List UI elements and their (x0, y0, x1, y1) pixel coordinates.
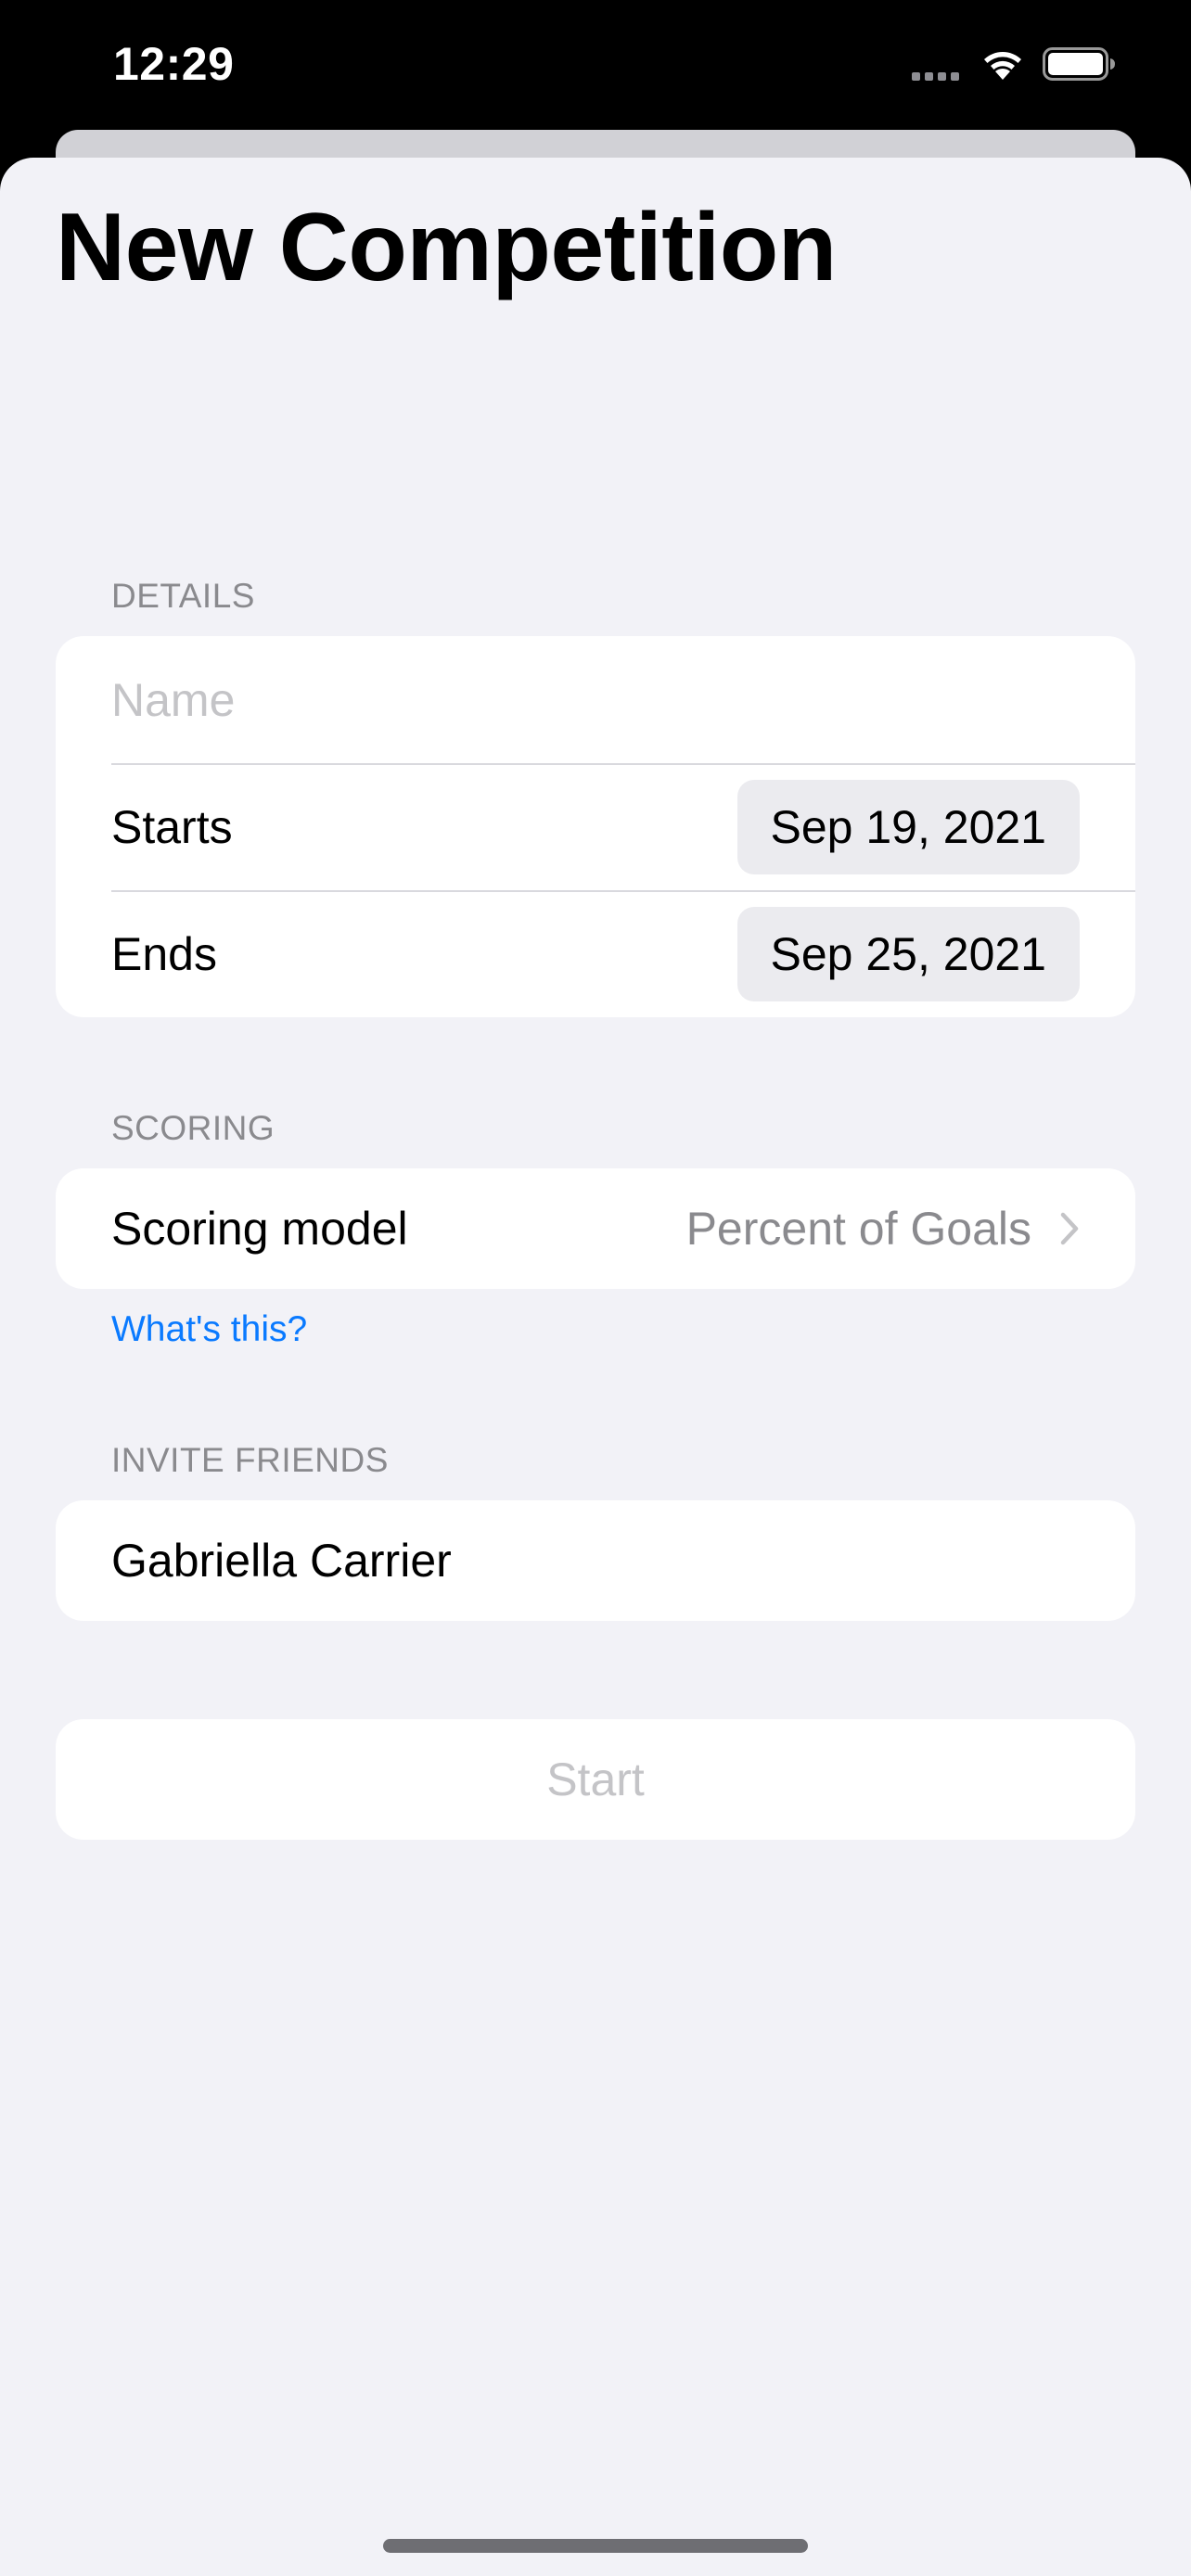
friend-name: Gabriella Carrier (111, 1535, 452, 1587)
details-section-header: DETAILS (111, 577, 255, 615)
page-title: New Competition (56, 194, 837, 301)
starts-row: Starts Sep 19, 2021 (56, 763, 1135, 890)
details-group: Starts Sep 19, 2021 Ends Sep 25, 2021 (56, 636, 1135, 1017)
scoring-model-value-wrap: Percent of Goals (686, 1202, 1080, 1256)
scoring-section-header: SCORING (111, 1109, 275, 1147)
starts-label: Starts (111, 800, 233, 853)
modal-sheet (0, 158, 1191, 2576)
friend-row[interactable]: Gabriella Carrier (56, 1500, 1135, 1621)
status-time: 12:29 (113, 38, 235, 90)
scoring-model-row[interactable]: Scoring model Percent of Goals (56, 1168, 1135, 1289)
wifi-icon (984, 52, 1021, 80)
status-icons (912, 46, 1117, 82)
name-input[interactable] (111, 672, 1080, 727)
ends-date-picker[interactable]: Sep 25, 2021 (736, 906, 1080, 1001)
invite-friends-group: Gabriella Carrier (56, 1500, 1135, 1621)
signal-dots-icon (912, 47, 959, 81)
whats-this-link[interactable]: What's this? (111, 1309, 307, 1350)
chevron-right-icon (1060, 1212, 1079, 1245)
ends-label: Ends (111, 927, 217, 980)
ends-row: Ends Sep 25, 2021 (56, 890, 1135, 1017)
battery-full-icon (1043, 47, 1115, 81)
scoring-model-value: Percent of Goals (685, 1203, 1031, 1255)
scoring-group: Scoring model Percent of Goals (56, 1168, 1135, 1289)
start-button[interactable]: Start (56, 1719, 1135, 1840)
status-bar: 12:29 (0, 0, 1191, 139)
home-indicator (383, 2539, 808, 2553)
name-row (56, 636, 1135, 763)
invite-section-header: INVITE FRIENDS (111, 1441, 389, 1479)
starts-date-picker[interactable]: Sep 19, 2021 (736, 779, 1080, 874)
scoring-model-label: Scoring model (111, 1203, 408, 1255)
